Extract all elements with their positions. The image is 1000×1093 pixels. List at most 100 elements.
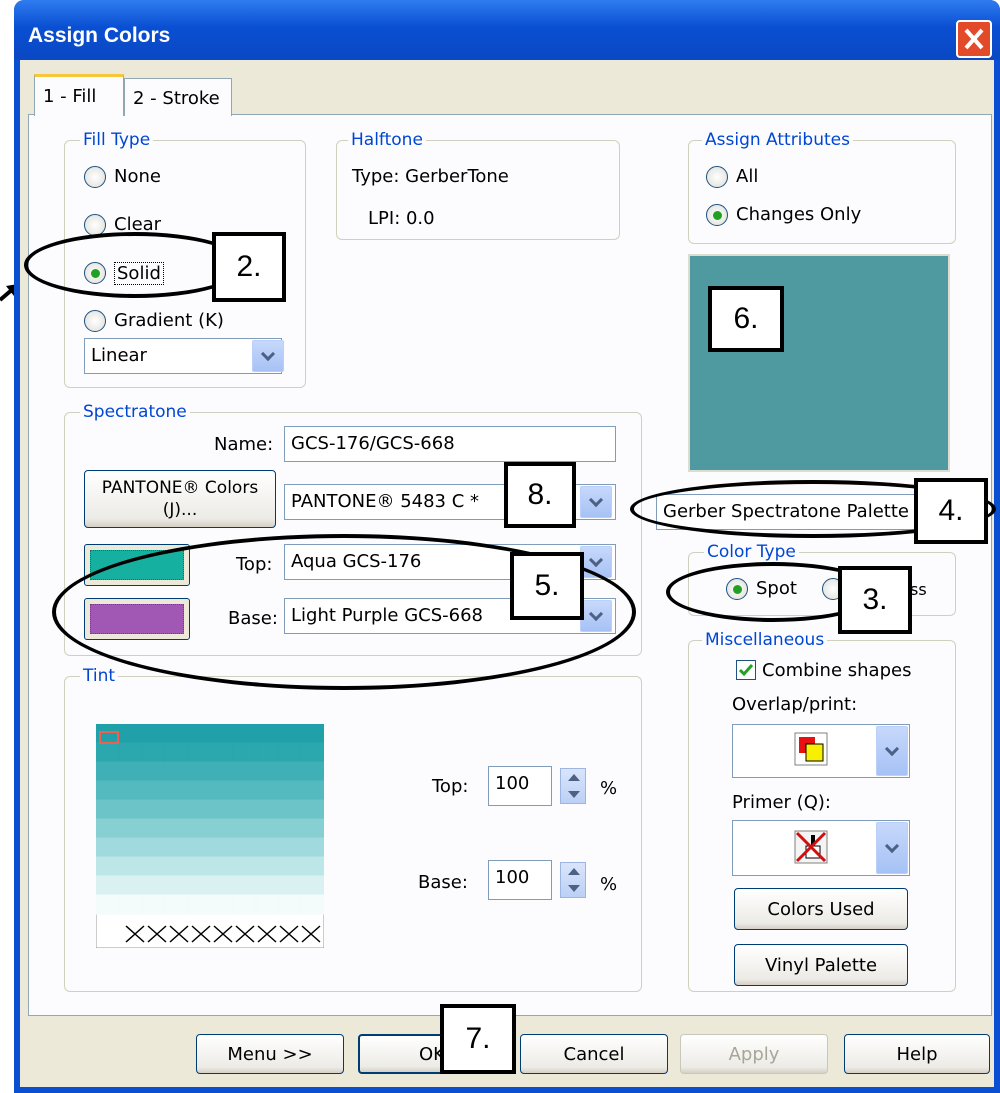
tint-cell[interactable] — [255, 724, 279, 744]
tint-cell[interactable] — [96, 780, 120, 801]
tint-cell[interactable] — [163, 761, 188, 782]
tint-cell[interactable] — [209, 875, 234, 896]
pantone-dropdown-button[interactable] — [580, 486, 612, 518]
tint-cell[interactable] — [232, 856, 257, 877]
name-input[interactable]: GCS-176/GCS-668 — [284, 426, 616, 462]
tint-cell[interactable] — [141, 894, 165, 915]
tint-cell[interactable] — [186, 780, 211, 801]
tint-cell[interactable] — [186, 837, 211, 858]
cancel-button[interactable]: Cancel — [520, 1034, 668, 1074]
tint-cell[interactable] — [186, 856, 211, 877]
tint-cell[interactable] — [277, 856, 302, 877]
tint-cell[interactable] — [232, 894, 257, 915]
tint-cell[interactable] — [255, 856, 279, 877]
primer-dropdown-button[interactable] — [876, 822, 908, 874]
tint-cell[interactable] — [300, 799, 324, 820]
tab-stroke[interactable]: 2 - Stroke — [124, 78, 232, 116]
tint-cell[interactable] — [163, 724, 188, 744]
tint-cell[interactable] — [209, 799, 234, 820]
tint-cell[interactable] — [277, 799, 302, 820]
tint-cell[interactable] — [186, 742, 211, 763]
tint-cell[interactable] — [163, 875, 188, 896]
tint-cell[interactable] — [277, 837, 302, 858]
tint-cell[interactable] — [300, 875, 324, 896]
close-button[interactable] — [956, 20, 992, 58]
tint-cell[interactable] — [118, 894, 143, 915]
tint-cell[interactable] — [277, 780, 302, 801]
radio-all[interactable] — [706, 166, 728, 188]
tint-cell[interactable] — [163, 837, 188, 858]
tint-cell[interactable] — [300, 724, 324, 744]
tint-cell[interactable] — [118, 780, 143, 801]
tint-cell[interactable] — [186, 799, 211, 820]
tint-top-input[interactable]: 100 — [488, 766, 552, 806]
tint-cell[interactable] — [141, 856, 165, 877]
tint-cell[interactable] — [255, 780, 279, 801]
tint-cell[interactable] — [118, 742, 143, 763]
tint-cell[interactable] — [255, 875, 279, 896]
tint-cell[interactable] — [209, 724, 234, 744]
tint-cell[interactable] — [141, 742, 165, 763]
tint-cell[interactable] — [186, 818, 211, 839]
tint-cell[interactable] — [96, 875, 120, 896]
tint-cell[interactable] — [277, 742, 302, 763]
tint-cell[interactable] — [300, 856, 324, 877]
tint-cell[interactable] — [186, 894, 211, 915]
tint-cell[interactable] — [277, 724, 302, 744]
tint-cell[interactable] — [96, 818, 120, 839]
tint-cell[interactable] — [96, 742, 120, 763]
tint-cell[interactable] — [300, 837, 324, 858]
tint-cell[interactable] — [163, 894, 188, 915]
tint-cell[interactable] — [96, 856, 120, 877]
tint-cell[interactable] — [232, 837, 257, 858]
colors-used-button[interactable]: Colors Used — [734, 888, 908, 930]
tint-cell[interactable] — [255, 894, 279, 915]
tint-cell[interactable] — [96, 761, 120, 782]
tab-fill[interactable]: 1 - Fill — [34, 74, 124, 116]
tint-cell[interactable] — [186, 724, 211, 744]
tint-cell[interactable] — [300, 742, 324, 763]
tint-cell[interactable] — [186, 761, 211, 782]
tint-cell[interactable] — [300, 818, 324, 839]
help-button[interactable]: Help — [844, 1034, 990, 1074]
tint-cell[interactable] — [232, 742, 257, 763]
tint-cell[interactable] — [141, 761, 165, 782]
combine-shapes-checkbox[interactable] — [736, 660, 756, 680]
tint-cell[interactable] — [255, 799, 279, 820]
vinyl-palette-button[interactable]: Vinyl Palette — [734, 944, 908, 986]
tint-cell[interactable] — [141, 818, 165, 839]
pantone-colors-button[interactable]: PANTONE® Colors (J)... — [84, 470, 276, 528]
tint-cell[interactable] — [118, 818, 143, 839]
tint-cell[interactable] — [255, 837, 279, 858]
tint-cell[interactable] — [209, 742, 234, 763]
tint-cell[interactable] — [96, 837, 120, 858]
tint-cell[interactable] — [118, 875, 143, 896]
tint-cell[interactable] — [277, 894, 302, 915]
overlap-dropdown-button[interactable] — [876, 726, 908, 776]
tint-base-spinner[interactable] — [560, 862, 586, 898]
tint-cell[interactable] — [277, 875, 302, 896]
tint-cell[interactable] — [255, 761, 279, 782]
tint-cell[interactable] — [232, 799, 257, 820]
tint-top-spinner[interactable] — [560, 768, 586, 804]
tint-cell[interactable] — [232, 761, 257, 782]
radio-none[interactable] — [84, 166, 106, 188]
tint-cell[interactable] — [255, 818, 279, 839]
tint-cell[interactable] — [96, 894, 120, 915]
tint-cell[interactable] — [118, 799, 143, 820]
tint-cell[interactable] — [141, 799, 165, 820]
gradient-dropdown-button[interactable] — [252, 340, 284, 372]
tint-cell[interactable] — [209, 761, 234, 782]
tint-cell[interactable] — [163, 818, 188, 839]
tint-cell[interactable] — [255, 742, 279, 763]
tint-cell[interactable] — [209, 780, 234, 801]
tint-cell[interactable] — [141, 837, 165, 858]
tint-cell[interactable] — [300, 761, 324, 782]
tint-cell[interactable] — [163, 799, 188, 820]
tint-cell[interactable] — [118, 724, 143, 744]
tint-grid[interactable] — [96, 724, 324, 948]
tint-cell[interactable] — [118, 761, 143, 782]
tint-cell[interactable] — [277, 761, 302, 782]
tint-cell[interactable] — [209, 837, 234, 858]
tint-cell[interactable] — [118, 856, 143, 877]
